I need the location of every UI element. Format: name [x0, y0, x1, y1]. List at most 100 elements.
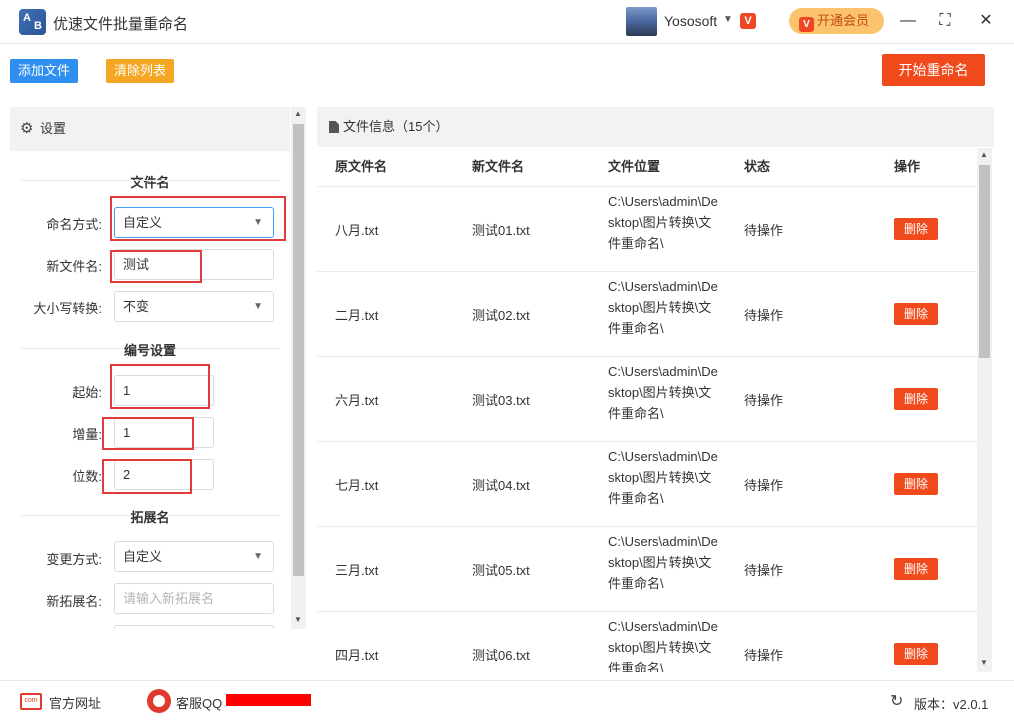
- clear-list-button[interactable]: 清除列表: [106, 59, 175, 83]
- delete-button[interactable]: 删除: [894, 388, 938, 410]
- original-filename: 七月.txt: [335, 478, 379, 493]
- delete-button[interactable]: 删除: [894, 558, 938, 580]
- minimize-icon[interactable]: —: [897, 10, 919, 32]
- website-icon[interactable]: com: [20, 693, 42, 710]
- support-qq-link[interactable]: 客服QQ: [176, 693, 222, 712]
- case-convert-value: 不变: [123, 299, 150, 314]
- delete-button[interactable]: 删除: [894, 303, 938, 325]
- file-info-title: 文件信息（15个）: [343, 119, 449, 134]
- app-logo-icon: A B: [19, 9, 46, 35]
- table-row: 三月.txt 测试05.txt C:\Users\admin\Desktop\图…: [317, 527, 977, 612]
- start-number-label: 起始:: [72, 385, 102, 400]
- col-location: 文件位置: [608, 159, 661, 174]
- scroll-thumb[interactable]: [979, 165, 990, 358]
- file-status: 待操作: [744, 393, 784, 408]
- col-action: 操作: [894, 159, 921, 174]
- original-filename: 四月.txt: [335, 648, 379, 663]
- scroll-down-icon[interactable]: ▼: [294, 615, 302, 624]
- new-ext-input[interactable]: 请输入新拓展名: [114, 583, 274, 614]
- table-row: 八月.txt 测试01.txt C:\Users\admin\Desktop\图…: [317, 187, 977, 272]
- ext-mode-select[interactable]: 自定义 ▼: [114, 541, 274, 572]
- maximize-icon[interactable]: ⛶: [934, 10, 956, 32]
- vip-icon: V: [799, 17, 814, 32]
- close-icon[interactable]: ✕: [975, 10, 997, 32]
- add-files-button[interactable]: 添加文件: [10, 59, 79, 83]
- case-convert-label: 大小写转换:: [33, 301, 102, 316]
- scroll-thumb[interactable]: [293, 124, 304, 576]
- digits-input[interactable]: 2: [114, 459, 214, 490]
- file-location: C:\Users\admin\Desktop\图片转换\文件重命名\: [608, 449, 718, 506]
- section-filename: 文件名: [130, 175, 170, 190]
- scroll-down-icon[interactable]: ▼: [980, 658, 988, 667]
- delete-button[interactable]: 删除: [894, 643, 938, 665]
- logo-letter-b: B: [34, 20, 42, 32]
- partial-field: [114, 625, 274, 629]
- increment-input[interactable]: 1: [114, 417, 214, 448]
- start-rename-button[interactable]: 开始重命名: [882, 54, 985, 86]
- support-qq-icon[interactable]: [147, 689, 171, 713]
- new-filename: 测试01.txt: [472, 223, 530, 238]
- naming-mode-value: 自定义: [123, 215, 163, 230]
- original-filename: 三月.txt: [335, 563, 379, 578]
- scroll-up-icon[interactable]: ▲: [294, 109, 302, 118]
- redacted-qq-number: [226, 694, 311, 706]
- naming-mode-select[interactable]: 自定义 ▼: [114, 207, 274, 238]
- file-info-panel: 文件信息（15个） 原文件名 新文件名 文件位置 状态 操作 八月.txt 测试…: [317, 107, 994, 672]
- user-avatar[interactable]: [626, 7, 657, 36]
- settings-panel: ⚙ 设置 文件名 命名方式: 自定义 ▼ 新文件名: 测试 大小写转换: 不变 …: [10, 107, 290, 629]
- file-status: 待操作: [744, 223, 784, 238]
- table-row: 四月.txt 测试06.txt C:\Users\admin\Desktop\图…: [317, 612, 977, 672]
- settings-header: ⚙ 设置: [10, 107, 290, 151]
- chevron-down-icon[interactable]: ▼: [723, 14, 735, 28]
- settings-scrollbar[interactable]: ▲ ▼: [291, 107, 306, 629]
- file-status: 待操作: [744, 563, 784, 578]
- file-status: 待操作: [744, 308, 784, 323]
- settings-title: 设置: [40, 121, 67, 136]
- chevron-down-icon: ▼: [253, 217, 263, 228]
- new-filename: 测试03.txt: [472, 393, 530, 408]
- original-filename: 八月.txt: [335, 223, 379, 238]
- new-filename: 测试06.txt: [472, 648, 530, 663]
- increment-label: 增量:: [72, 427, 102, 442]
- delete-button[interactable]: 删除: [894, 218, 938, 240]
- vip-button[interactable]: V 开通会员: [789, 8, 884, 34]
- file-location: C:\Users\admin\Desktop\图片转换\文件重命名\: [608, 194, 718, 251]
- gear-icon: ⚙: [20, 120, 34, 137]
- new-filename: 测试04.txt: [472, 478, 530, 493]
- digits-label: 位数:: [72, 469, 102, 484]
- col-original-name: 原文件名: [335, 159, 388, 174]
- file-location: C:\Users\admin\Desktop\图片转换\文件重命名\: [608, 619, 718, 672]
- file-status: 待操作: [744, 478, 784, 493]
- document-icon: [329, 121, 339, 133]
- new-filename: 测试02.txt: [472, 308, 530, 323]
- section-numbering: 编号设置: [123, 343, 176, 358]
- brand-badge-icon: V: [740, 13, 756, 29]
- ext-mode-value: 自定义: [123, 549, 163, 564]
- naming-mode-label: 命名方式:: [46, 217, 102, 232]
- file-location: C:\Users\admin\Desktop\图片转换\文件重命名\: [608, 279, 718, 336]
- new-filename: 测试05.txt: [472, 563, 530, 578]
- table-row: 六月.txt 测试03.txt C:\Users\admin\Desktop\图…: [317, 357, 977, 442]
- scroll-up-icon[interactable]: ▲: [980, 150, 988, 159]
- file-status: 待操作: [744, 648, 784, 663]
- new-ext-label: 新拓展名:: [46, 594, 102, 609]
- ext-mode-label: 变更方式:: [46, 552, 102, 567]
- start-number-input[interactable]: 1: [114, 375, 214, 406]
- vip-button-label: 开通会员: [817, 13, 870, 28]
- user-name[interactable]: Yososoft: [664, 13, 717, 29]
- new-filename-label: 新文件名:: [46, 259, 102, 274]
- refresh-icon[interactable]: ↻: [890, 691, 903, 711]
- col-status: 状态: [744, 159, 771, 174]
- case-convert-select[interactable]: 不变 ▼: [114, 291, 274, 322]
- logo-letter-a: A: [23, 12, 31, 24]
- original-filename: 六月.txt: [335, 393, 379, 408]
- table-row: 七月.txt 测试04.txt C:\Users\admin\Desktop\图…: [317, 442, 977, 527]
- app-title: 优速文件批量重命名: [53, 16, 189, 33]
- new-filename-input[interactable]: 测试: [114, 249, 274, 280]
- version-label: 版本：v2.0.1: [914, 697, 989, 712]
- file-list-scrollbar[interactable]: ▲ ▼: [977, 148, 992, 672]
- file-location: C:\Users\admin\Desktop\图片转换\文件重命名\: [608, 534, 718, 591]
- file-info-header: 文件信息（15个）: [317, 107, 994, 147]
- delete-button[interactable]: 删除: [894, 473, 938, 495]
- official-website-link[interactable]: 官方网址: [49, 693, 101, 712]
